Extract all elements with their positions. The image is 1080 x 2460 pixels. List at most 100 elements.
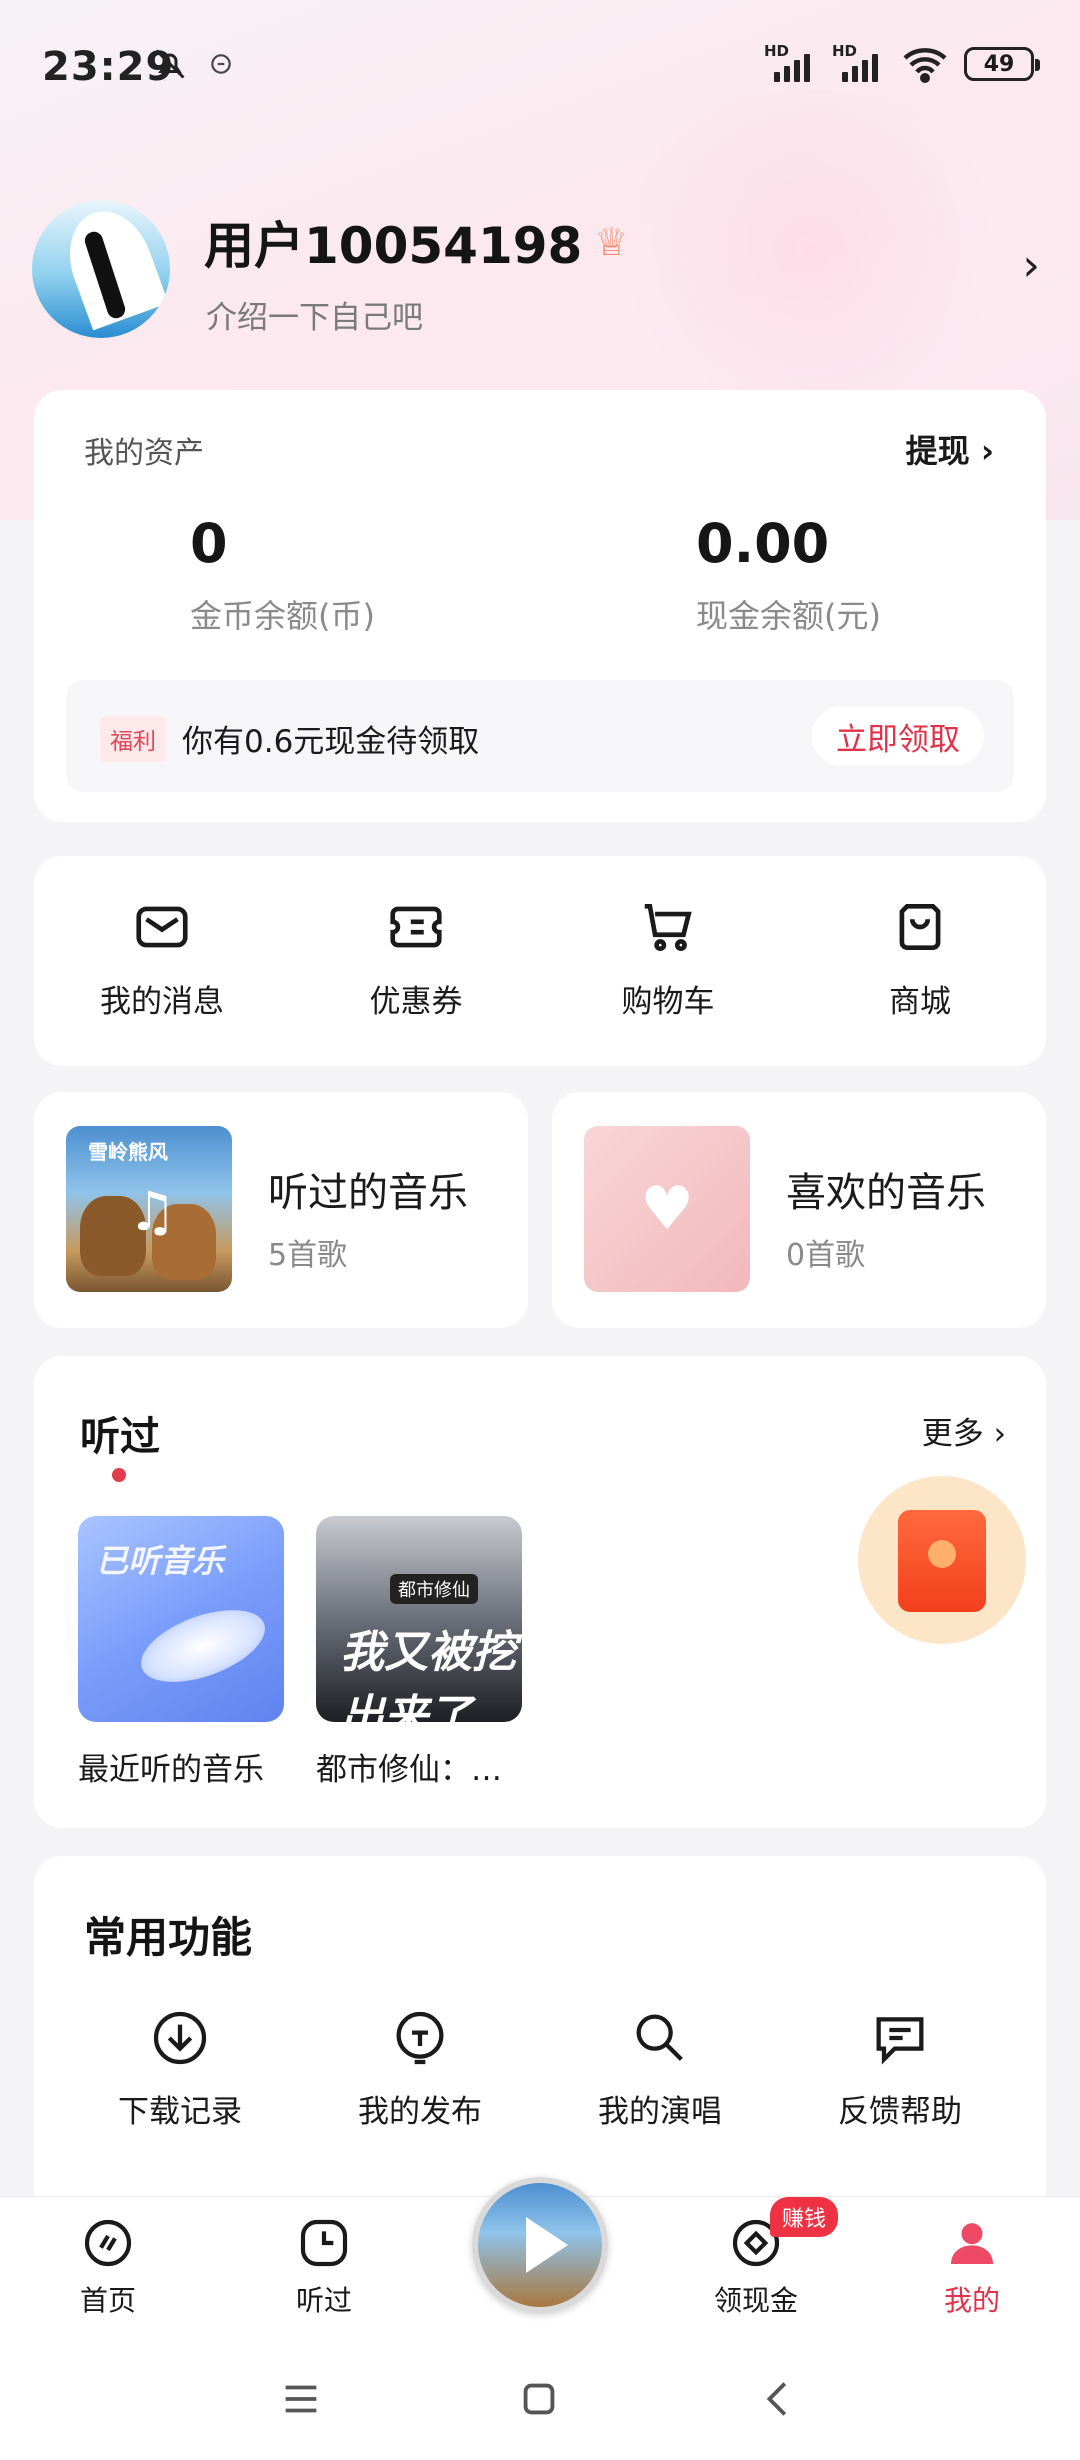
cover-title: 雪岭熊风 bbox=[88, 1140, 168, 1164]
crown-icon: ♕ bbox=[594, 220, 629, 264]
recent-item[interactable]: 都市修仙 我又被挖出来了 都市修仙：… bbox=[316, 1516, 522, 1789]
home-square-icon[interactable] bbox=[516, 2376, 562, 2422]
chevron-right-icon: › bbox=[993, 1416, 1006, 1452]
signal-icon-2: HD bbox=[832, 42, 886, 84]
cart-icon bbox=[644, 904, 692, 952]
wifi-icon bbox=[903, 48, 947, 84]
feedback-icon bbox=[876, 2017, 924, 2065]
liked-music-title: 喜欢的音乐 bbox=[786, 1170, 986, 1216]
battery-icon: 49 bbox=[964, 47, 1040, 81]
status-left-icons bbox=[152, 46, 234, 82]
functions-title: 常用功能 bbox=[84, 1913, 253, 1962]
withdraw-label: 提现 bbox=[905, 432, 970, 470]
system-nav-bar bbox=[0, 2340, 1080, 2460]
app-notification-icon bbox=[211, 54, 231, 74]
nav-me[interactable]: 我的 bbox=[892, 2215, 1052, 2319]
recent-item-label: 最近听的音乐 bbox=[78, 1752, 264, 1788]
bonus-text: 你有0.6元现金待领取 bbox=[182, 724, 480, 760]
bottom-nav: 首页 听过 领现金 赚钱 我的 bbox=[0, 2177, 1080, 2340]
mail-icon bbox=[136, 906, 188, 948]
cover-badge: 都市修仙 bbox=[390, 1574, 478, 1604]
listened-music-title: 听过的音乐 bbox=[268, 1170, 468, 1216]
back-icon[interactable] bbox=[756, 2376, 802, 2422]
battery-level: 49 bbox=[983, 51, 1015, 77]
red-envelope-icon bbox=[898, 1510, 986, 1612]
bell-muted-icon bbox=[155, 49, 185, 79]
quick-label: 购物车 bbox=[621, 984, 715, 1020]
function-feedback[interactable]: 反馈帮助 bbox=[800, 2006, 1000, 2131]
claim-button[interactable]: 立即领取 bbox=[812, 706, 984, 766]
quick-coupons[interactable]: 优惠券 bbox=[326, 896, 506, 1021]
chevron-right-icon: › bbox=[980, 432, 994, 470]
withdraw-button[interactable]: 提现 › bbox=[906, 426, 994, 472]
user-icon bbox=[951, 2223, 993, 2264]
cash-balance-label: 现金余额(元) bbox=[696, 597, 881, 635]
liked-music-count: 0首歌 bbox=[786, 1238, 866, 1273]
liked-music-cover: ♥ bbox=[584, 1126, 750, 1292]
play-icon bbox=[526, 2217, 568, 2273]
nav-label: 首页 bbox=[79, 2284, 136, 2317]
red-packet-float-button[interactable] bbox=[858, 1476, 1026, 1644]
nav-label: 领现金 bbox=[713, 2284, 798, 2317]
quick-label: 商城 bbox=[889, 984, 951, 1020]
avatar[interactable] bbox=[32, 200, 170, 338]
cash-balance[interactable]: 0.00 现金余额(元) bbox=[696, 512, 881, 637]
status-right: HD HD 49 bbox=[764, 42, 1040, 84]
quick-messages[interactable]: 我的消息 bbox=[72, 896, 252, 1021]
recent-item[interactable]: 已听音乐 最近听的音乐 bbox=[78, 1516, 284, 1789]
quick-label: 我的消息 bbox=[100, 984, 224, 1020]
coupon-icon bbox=[390, 906, 442, 948]
music-note-icon: ♫ bbox=[128, 1180, 177, 1243]
status-bar: 23:29 HD HD 49 bbox=[0, 0, 1080, 120]
quick-cart[interactable]: 购物车 bbox=[578, 896, 758, 1021]
assets-title: 我的资产 bbox=[84, 436, 204, 471]
function-label: 我的发布 bbox=[358, 2094, 482, 2130]
quick-actions-card: 我的消息 优惠券 购物车 商城 bbox=[34, 856, 1046, 1066]
listened-music-card[interactable]: 雪岭熊风 ♫ 听过的音乐 5首歌 bbox=[34, 1092, 528, 1328]
menu-icon[interactable] bbox=[278, 2376, 324, 2422]
chevron-right-icon[interactable]: › bbox=[1022, 240, 1040, 291]
listened-music-count: 5首歌 bbox=[268, 1238, 348, 1273]
nav-label: 我的 bbox=[943, 2284, 1000, 2317]
assets-card: 我的资产 提现 › 0 金币余额(币) 0.00 现金余额(元) 福利 你有0.… bbox=[34, 390, 1046, 822]
coin-balance-value: 0 bbox=[190, 512, 228, 575]
function-publish[interactable]: 我的发布 bbox=[320, 2006, 520, 2131]
profile-header[interactable]: 用户10054198 ♕ 介绍一下自己吧 › bbox=[32, 200, 1048, 340]
username-row: 用户10054198 ♕ bbox=[204, 206, 628, 278]
function-label: 我的演唱 bbox=[598, 2094, 722, 2130]
bonus-bar: 福利 你有0.6元现金待领取 立即领取 bbox=[66, 680, 1014, 792]
more-button[interactable]: 更多 › bbox=[922, 1408, 1006, 1453]
clock-icon bbox=[300, 2219, 348, 2267]
cash-balance-value: 0.00 bbox=[696, 512, 830, 575]
function-sing[interactable]: 我的演唱 bbox=[560, 2006, 760, 2131]
recent-title: 听过 bbox=[80, 1414, 160, 1460]
username: 用户10054198 bbox=[204, 217, 583, 275]
download-icon bbox=[153, 2011, 207, 2065]
home-icon bbox=[84, 2219, 132, 2267]
liked-music-card[interactable]: ♥ 喜欢的音乐 0首歌 bbox=[552, 1092, 1046, 1328]
function-label: 下载记录 bbox=[118, 2094, 242, 2130]
coin-balance-label: 金币余额(币) bbox=[190, 597, 375, 635]
listened-music-cover: 雪岭熊风 ♫ bbox=[66, 1126, 232, 1292]
nav-label: 听过 bbox=[295, 2284, 352, 2317]
earn-badge: 赚钱 bbox=[770, 2197, 839, 2237]
function-download[interactable]: 下载记录 bbox=[80, 2006, 280, 2131]
signal-icon: HD bbox=[764, 42, 818, 84]
bonus-tag: 福利 bbox=[100, 716, 166, 762]
function-label: 反馈帮助 bbox=[838, 2094, 962, 2130]
tab-indicator bbox=[112, 1468, 126, 1482]
disc-art bbox=[131, 1595, 275, 1697]
coin-balance[interactable]: 0 金币余额(币) bbox=[190, 512, 375, 637]
nav-listened[interactable]: 听过 bbox=[244, 2215, 404, 2319]
recent-item-label: 都市修仙：… bbox=[316, 1752, 502, 1788]
recent-cover: 都市修仙 我又被挖出来了 bbox=[316, 1516, 522, 1722]
shop-bag-icon bbox=[899, 904, 941, 950]
quick-label: 优惠券 bbox=[369, 984, 463, 1020]
more-label: 更多 bbox=[921, 1416, 984, 1452]
now-playing-button[interactable] bbox=[472, 2177, 608, 2313]
quick-shop[interactable]: 商城 bbox=[830, 896, 1010, 1021]
recent-cover: 已听音乐 bbox=[78, 1516, 284, 1722]
nav-home[interactable]: 首页 bbox=[28, 2215, 188, 2319]
user-bio[interactable]: 介绍一下自己吧 bbox=[206, 292, 423, 337]
sing-icon bbox=[636, 2014, 683, 2061]
